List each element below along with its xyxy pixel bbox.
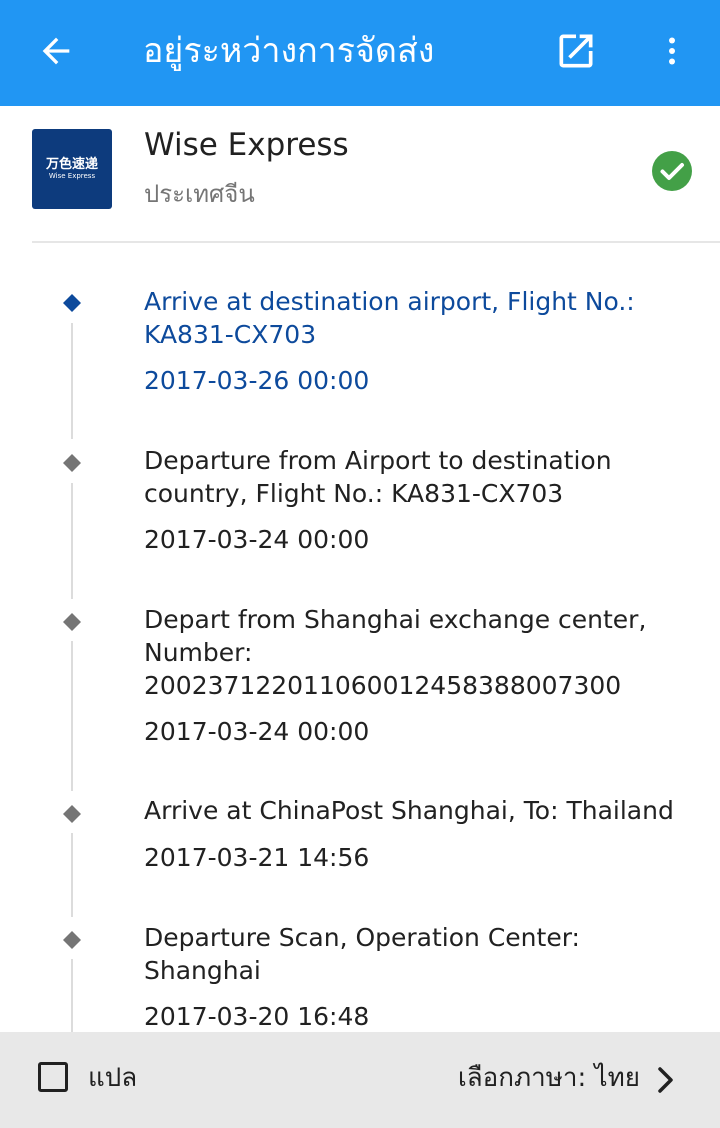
event-description: Departure from Airport to destination co… (144, 446, 612, 508)
event-time: 2017-03-24 00:00 (144, 525, 370, 554)
carrier-country: ประเทศจีน (144, 180, 255, 208)
chevron-right-icon[interactable] (652, 1064, 680, 1096)
tracking-timeline: Arrive at destination airport, Flight No… (0, 243, 720, 1033)
language-selector[interactable]: เลือกภาษา: ไทย (458, 1060, 640, 1096)
event-time: 2017-03-24 00:00 (144, 717, 370, 746)
timeline-connector (71, 833, 73, 917)
carrier-logo-en: Wise Express (48, 171, 96, 180)
event-description: Depart from Shanghai exchange center, Nu… (144, 605, 647, 700)
diamond-marker-icon (63, 805, 81, 823)
carrier-logo: 万色速递 Wise Express (32, 129, 112, 209)
app-bar: อยู่ระหว่างการจัดส่ง (0, 0, 720, 106)
page-title: อยู่ระหว่างการจัดส่ง (143, 31, 435, 71)
carrier-header: 万色速递 Wise Express Wise Express ประเทศจีน (0, 106, 720, 242)
open-external-button[interactable] (552, 27, 600, 75)
event-description: Arrive at destination airport, Flight No… (144, 287, 635, 349)
timeline-connector (71, 323, 73, 439)
translate-checkbox[interactable] (38, 1062, 68, 1092)
carrier-logo-cn: 万色速递 (45, 156, 98, 172)
event-time: 2017-03-21 14:56 (144, 843, 370, 872)
diamond-marker-icon (63, 454, 81, 472)
timeline-connector (71, 959, 73, 1033)
event-description: Arrive at ChinaPost Shanghai, To: Thaila… (144, 796, 674, 825)
translate-bar: แปล เลือกภาษา: ไทย (0, 1032, 720, 1128)
diamond-marker-icon (63, 294, 81, 312)
check-circle-icon (652, 151, 692, 191)
arrow-left-icon (42, 37, 70, 65)
diamond-marker-icon (63, 931, 81, 949)
timeline-connector (71, 483, 73, 599)
carrier-name: Wise Express (144, 127, 349, 163)
translate-label[interactable]: แปล (88, 1060, 137, 1096)
more-options-button[interactable] (652, 27, 692, 75)
diamond-marker-icon (63, 613, 81, 631)
back-button[interactable] (30, 25, 82, 77)
event-time: 2017-03-20 16:48 (144, 1002, 370, 1031)
open-in-new-icon (559, 34, 593, 68)
more-vert-icon (669, 37, 675, 65)
event-time: 2017-03-26 00:00 (144, 366, 370, 395)
timeline-connector (71, 641, 73, 791)
event-description: Departure Scan, Operation Center: Shangh… (144, 923, 580, 985)
